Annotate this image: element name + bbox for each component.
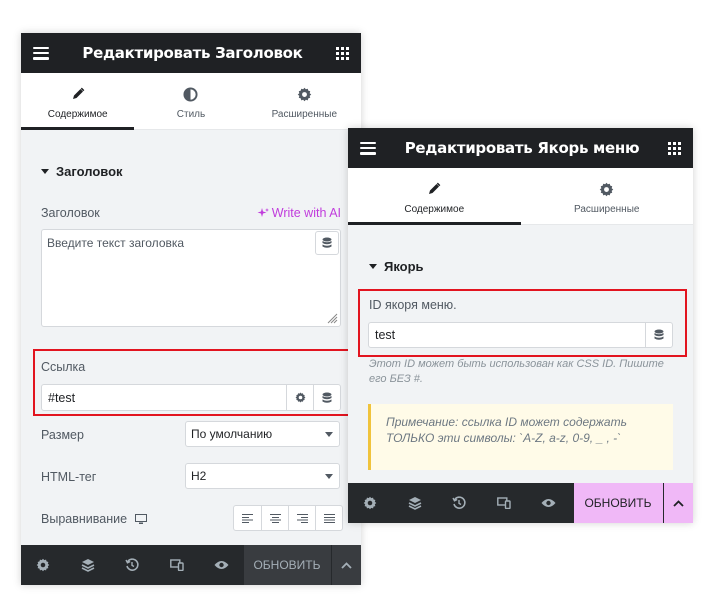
anchor-note: Примечание: ссылка ID может содержать ТО… xyxy=(368,404,673,470)
tab-advanced[interactable]: Расширенные xyxy=(521,168,694,224)
dynamic-tags-button[interactable] xyxy=(315,231,339,255)
navigator-button[interactable] xyxy=(393,483,438,523)
size-label: Размер xyxy=(41,428,84,442)
caret-down-icon xyxy=(369,264,377,269)
heading-label: Заголовок xyxy=(41,206,100,220)
gear-icon xyxy=(297,86,312,102)
editor-tabs: Содержимое Расширенные xyxy=(348,168,693,225)
editor-tabs: Содержимое Стиль Расширенные xyxy=(21,73,361,130)
section-heading-toggle[interactable]: Заголовок xyxy=(41,164,341,179)
responsive-mode-button[interactable] xyxy=(155,545,200,585)
chevron-down-icon xyxy=(325,474,333,479)
panel-footer: ОБНОВИТЬ xyxy=(21,545,361,585)
write-with-ai-label: Write with AI xyxy=(271,206,341,220)
align-justify-button[interactable] xyxy=(315,506,342,530)
align-center-icon xyxy=(269,513,281,523)
update-button[interactable]: ОБНОВИТЬ xyxy=(243,545,331,585)
contrast-icon xyxy=(183,86,199,102)
textarea-placeholder: Введите текст заголовка xyxy=(47,236,185,250)
resize-handle-icon[interactable] xyxy=(326,312,338,324)
highlight-link-control xyxy=(33,349,354,416)
layers-icon xyxy=(408,497,422,510)
chevron-up-icon xyxy=(341,561,352,569)
preview-button[interactable] xyxy=(526,483,571,523)
tab-style[interactable]: Стиль xyxy=(134,73,247,129)
history-button[interactable] xyxy=(437,483,482,523)
gear-icon xyxy=(36,558,50,572)
alignment-buttons xyxy=(233,505,343,531)
eye-icon xyxy=(541,499,556,507)
menu-icon[interactable] xyxy=(33,46,49,60)
align-right-button[interactable] xyxy=(288,506,315,530)
tab-style-label: Стиль xyxy=(176,109,206,120)
tab-content-label: Содержимое xyxy=(404,204,465,215)
save-options-button[interactable] xyxy=(663,483,693,523)
database-icon xyxy=(322,237,332,248)
caret-down-icon xyxy=(41,169,49,174)
gear-icon xyxy=(599,181,614,197)
panel-header: Редактировать Якорь меню xyxy=(348,128,693,168)
history-icon xyxy=(452,496,466,509)
update-button[interactable]: ОБНОВИТЬ xyxy=(573,483,663,523)
update-button-label: ОБНОВИТЬ xyxy=(253,558,321,572)
alignment-label: Выравнивание xyxy=(41,512,128,526)
responsive-icon xyxy=(169,559,184,571)
section-title: Якорь xyxy=(384,259,424,274)
anchor-note-text: Примечание: ссылка ID может содержать ТО… xyxy=(386,415,627,445)
tab-content[interactable]: Содержимое xyxy=(348,168,521,225)
html-tag-select[interactable]: H2 xyxy=(185,463,340,489)
eye-icon xyxy=(214,561,229,569)
preview-button[interactable] xyxy=(199,545,244,585)
section-anchor-toggle[interactable]: Якорь xyxy=(369,259,424,274)
gear-icon xyxy=(363,496,377,510)
sparkle-icon xyxy=(257,208,269,217)
align-left-button[interactable] xyxy=(234,506,261,530)
menu-icon[interactable] xyxy=(360,141,376,155)
align-center-button[interactable] xyxy=(261,506,288,530)
panel-title: Редактировать Якорь меню xyxy=(404,139,640,157)
html-tag-label: HTML-тег xyxy=(41,470,97,484)
tab-advanced-label: Расширенные xyxy=(271,109,338,120)
tab-content[interactable]: Содержимое xyxy=(21,73,135,130)
responsive-mode-button[interactable] xyxy=(482,483,527,523)
history-icon xyxy=(125,558,139,571)
history-button[interactable] xyxy=(110,545,155,585)
responsive-icon xyxy=(496,497,511,509)
highlight-anchor-id-control xyxy=(358,289,687,357)
tab-content-label: Содержимое xyxy=(47,109,108,120)
desktop-icon[interactable] xyxy=(135,513,148,525)
pencil-icon xyxy=(71,86,85,102)
heading-textarea[interactable]: Введите текст заголовка xyxy=(41,229,341,327)
chevron-up-icon xyxy=(673,499,684,507)
align-right-icon xyxy=(296,513,308,523)
settings-button[interactable] xyxy=(348,483,393,523)
pencil-icon xyxy=(427,181,441,197)
heading-editor-panel: Редактировать Заголовок Содержимое Стиль… xyxy=(21,33,361,585)
save-options-button[interactable] xyxy=(330,545,361,585)
apps-grid-icon[interactable] xyxy=(667,141,681,155)
chevron-down-icon xyxy=(325,432,333,437)
write-with-ai-link[interactable]: Write with AI xyxy=(257,206,341,220)
html-tag-select-value: H2 xyxy=(191,469,207,483)
section-title: Заголовок xyxy=(56,164,123,179)
tab-advanced-label: Расширенные xyxy=(574,204,640,215)
size-select[interactable]: По умолчанию xyxy=(185,421,340,447)
size-select-value: По умолчанию xyxy=(191,427,273,441)
align-justify-icon xyxy=(323,513,335,523)
update-button-label: ОБНОВИТЬ xyxy=(584,496,652,510)
apps-grid-icon[interactable] xyxy=(335,46,349,60)
anchor-help-text: Этот ID может быть использован как CSS I… xyxy=(369,358,664,385)
panel-title: Редактировать Заголовок xyxy=(82,44,303,62)
tab-advanced[interactable]: Расширенные xyxy=(248,73,361,129)
navigator-button[interactable] xyxy=(66,545,111,585)
panel-footer: ОБНОВИТЬ xyxy=(348,483,693,523)
align-left-icon xyxy=(242,513,253,523)
panel-header: Редактировать Заголовок xyxy=(21,33,361,73)
settings-button[interactable] xyxy=(21,545,66,585)
layers-icon xyxy=(81,559,95,572)
